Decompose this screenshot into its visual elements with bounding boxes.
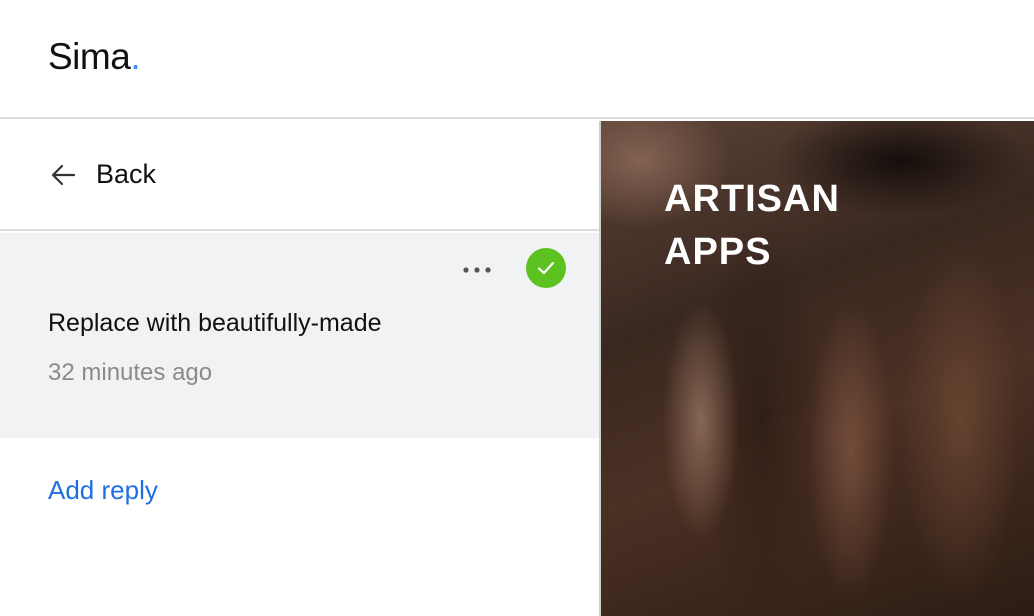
hero-title: ARTISAN APPS: [664, 178, 840, 273]
hero-image: ARTISAN APPS: [601, 121, 1034, 616]
resolve-button[interactable]: [526, 248, 566, 288]
back-label: Back: [96, 159, 157, 189]
logo[interactable]: Sima.: [48, 36, 141, 78]
add-reply-link[interactable]: Add reply: [48, 475, 158, 506]
back-button[interactable]: Back: [0, 121, 599, 231]
comment-card: Replace with beautifully-made 32 minutes…: [0, 233, 599, 438]
comment-panel: Back Replace with beautifully-made 32 mi…: [0, 121, 599, 616]
more-options-icon[interactable]: [460, 259, 494, 281]
check-icon: [537, 261, 555, 275]
comment-text: Replace with beautifully-made: [48, 309, 382, 337]
arrow-left-icon: [51, 164, 76, 186]
logo-text: Sima: [48, 36, 131, 77]
logo-dot: .: [130, 36, 141, 77]
comment-timestamp: 32 minutes ago: [48, 359, 213, 386]
top-bar: Sima.: [0, 0, 1034, 119]
